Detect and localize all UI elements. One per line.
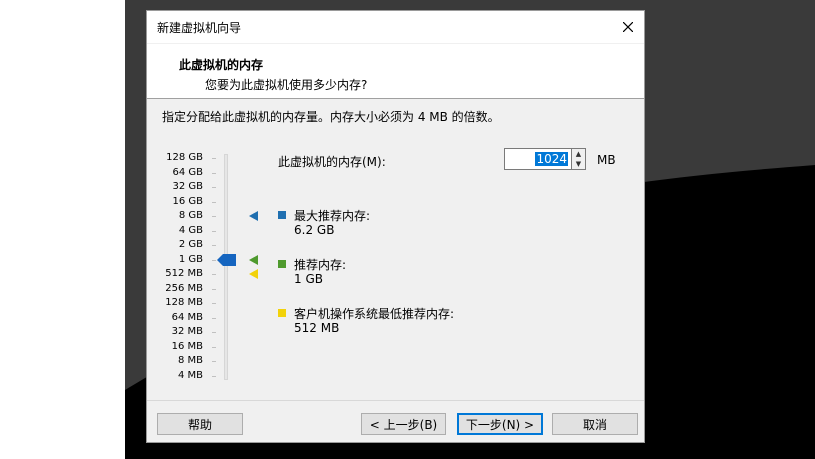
scale-tick bbox=[212, 216, 216, 217]
guest-min-marker bbox=[249, 269, 258, 279]
memory-slider-track[interactable] bbox=[224, 154, 228, 380]
close-icon bbox=[623, 22, 633, 32]
scale-tick bbox=[212, 375, 216, 377]
memory-unit: MB bbox=[597, 153, 616, 167]
scale-tick bbox=[212, 259, 216, 261]
scale-label: 128 MB bbox=[165, 297, 203, 308]
guest-min-value: 512 MB bbox=[294, 321, 340, 335]
max-recommended-label: 最大推荐内存: bbox=[294, 209, 371, 223]
page-subtitle: 您要为此虚拟机使用多少内存? bbox=[205, 78, 368, 92]
scale-label: 64 GB bbox=[172, 166, 203, 178]
scale-label: 512 MB bbox=[165, 268, 203, 279]
recommended-value: 1 GB bbox=[294, 272, 323, 286]
scale-tick bbox=[212, 361, 216, 362]
memory-field-label: 此虚拟机的内存(M): bbox=[278, 155, 386, 169]
scale-tick bbox=[212, 230, 216, 232]
scale-tick bbox=[212, 187, 216, 188]
scale-label: 16 GB bbox=[172, 195, 203, 207]
guest-min-label: 客户机操作系统最低推荐内存: bbox=[294, 307, 455, 321]
max-recommended-value: 6.2 GB bbox=[294, 223, 335, 237]
recommended-label: 推荐内存: bbox=[294, 258, 347, 272]
help-button[interactable]: 帮助 bbox=[157, 413, 243, 435]
memory-input-value: 1024 bbox=[535, 152, 568, 166]
title-bar: 新建虚拟机向导 bbox=[147, 11, 644, 43]
page-title: 此虚拟机的内存 bbox=[179, 58, 264, 72]
recommended-marker bbox=[249, 254, 258, 265]
scale-tick bbox=[212, 332, 216, 333]
scale-tick bbox=[212, 317, 216, 319]
scale-tick bbox=[212, 303, 216, 304]
window-title: 新建虚拟机向导 bbox=[157, 21, 242, 35]
max-recommended-marker bbox=[249, 211, 258, 221]
memory-spinner[interactable]: ▲ ▼ bbox=[572, 148, 586, 170]
scale-label: 8 GB bbox=[178, 210, 203, 221]
recommended-swatch bbox=[278, 260, 286, 268]
scale-label: 128 GB bbox=[166, 152, 203, 163]
spin-down-icon[interactable]: ▼ bbox=[572, 159, 585, 169]
scale-label: 8 MB bbox=[177, 355, 203, 366]
scale-tick bbox=[212, 158, 216, 159]
new-vm-wizard-dialog: 新建虚拟机向导 此虚拟机的内存 您要为此虚拟机使用多少内存? 指定分配给此虚拟机… bbox=[146, 10, 645, 443]
scale-tick bbox=[212, 274, 216, 275]
guest-min-swatch bbox=[278, 309, 286, 317]
scale-tick bbox=[212, 201, 216, 203]
memory-input[interactable]: 1024 bbox=[504, 148, 572, 170]
scale-tick bbox=[212, 288, 216, 290]
button-divider bbox=[147, 400, 644, 401]
close-button[interactable] bbox=[612, 11, 644, 43]
memory-slider-thumb[interactable] bbox=[217, 253, 236, 266]
wizard-header: 此虚拟机的内存 您要为此虚拟机使用多少内存? bbox=[147, 43, 644, 99]
cancel-button[interactable]: 取消 bbox=[552, 413, 638, 435]
scale-label: 2 GB bbox=[178, 239, 203, 250]
scale-label: 16 MB bbox=[171, 340, 203, 352]
scale-label: 4 GB bbox=[178, 224, 203, 236]
memory-description: 指定分配给此虚拟机的内存量。内存大小必须为 4 MB 的倍数。 bbox=[162, 110, 500, 124]
desktop-left-area bbox=[0, 0, 125, 459]
scale-label: 4 MB bbox=[177, 369, 203, 381]
scale-label: 32 MB bbox=[171, 326, 203, 337]
next-button[interactable]: 下一步(N) > bbox=[457, 413, 543, 435]
scale-tick bbox=[212, 346, 216, 348]
back-button[interactable]: < 上一步(B) bbox=[361, 413, 446, 435]
max-recommended-swatch bbox=[278, 211, 286, 219]
scale-label: 64 MB bbox=[171, 311, 203, 323]
scale-label: 1 GB bbox=[178, 253, 203, 265]
spin-up-icon[interactable]: ▲ bbox=[572, 149, 585, 159]
scale-label: 256 MB bbox=[165, 282, 203, 294]
scale-tick bbox=[212, 245, 216, 246]
scale-tick bbox=[212, 172, 216, 174]
scale-label: 32 GB bbox=[172, 181, 203, 192]
